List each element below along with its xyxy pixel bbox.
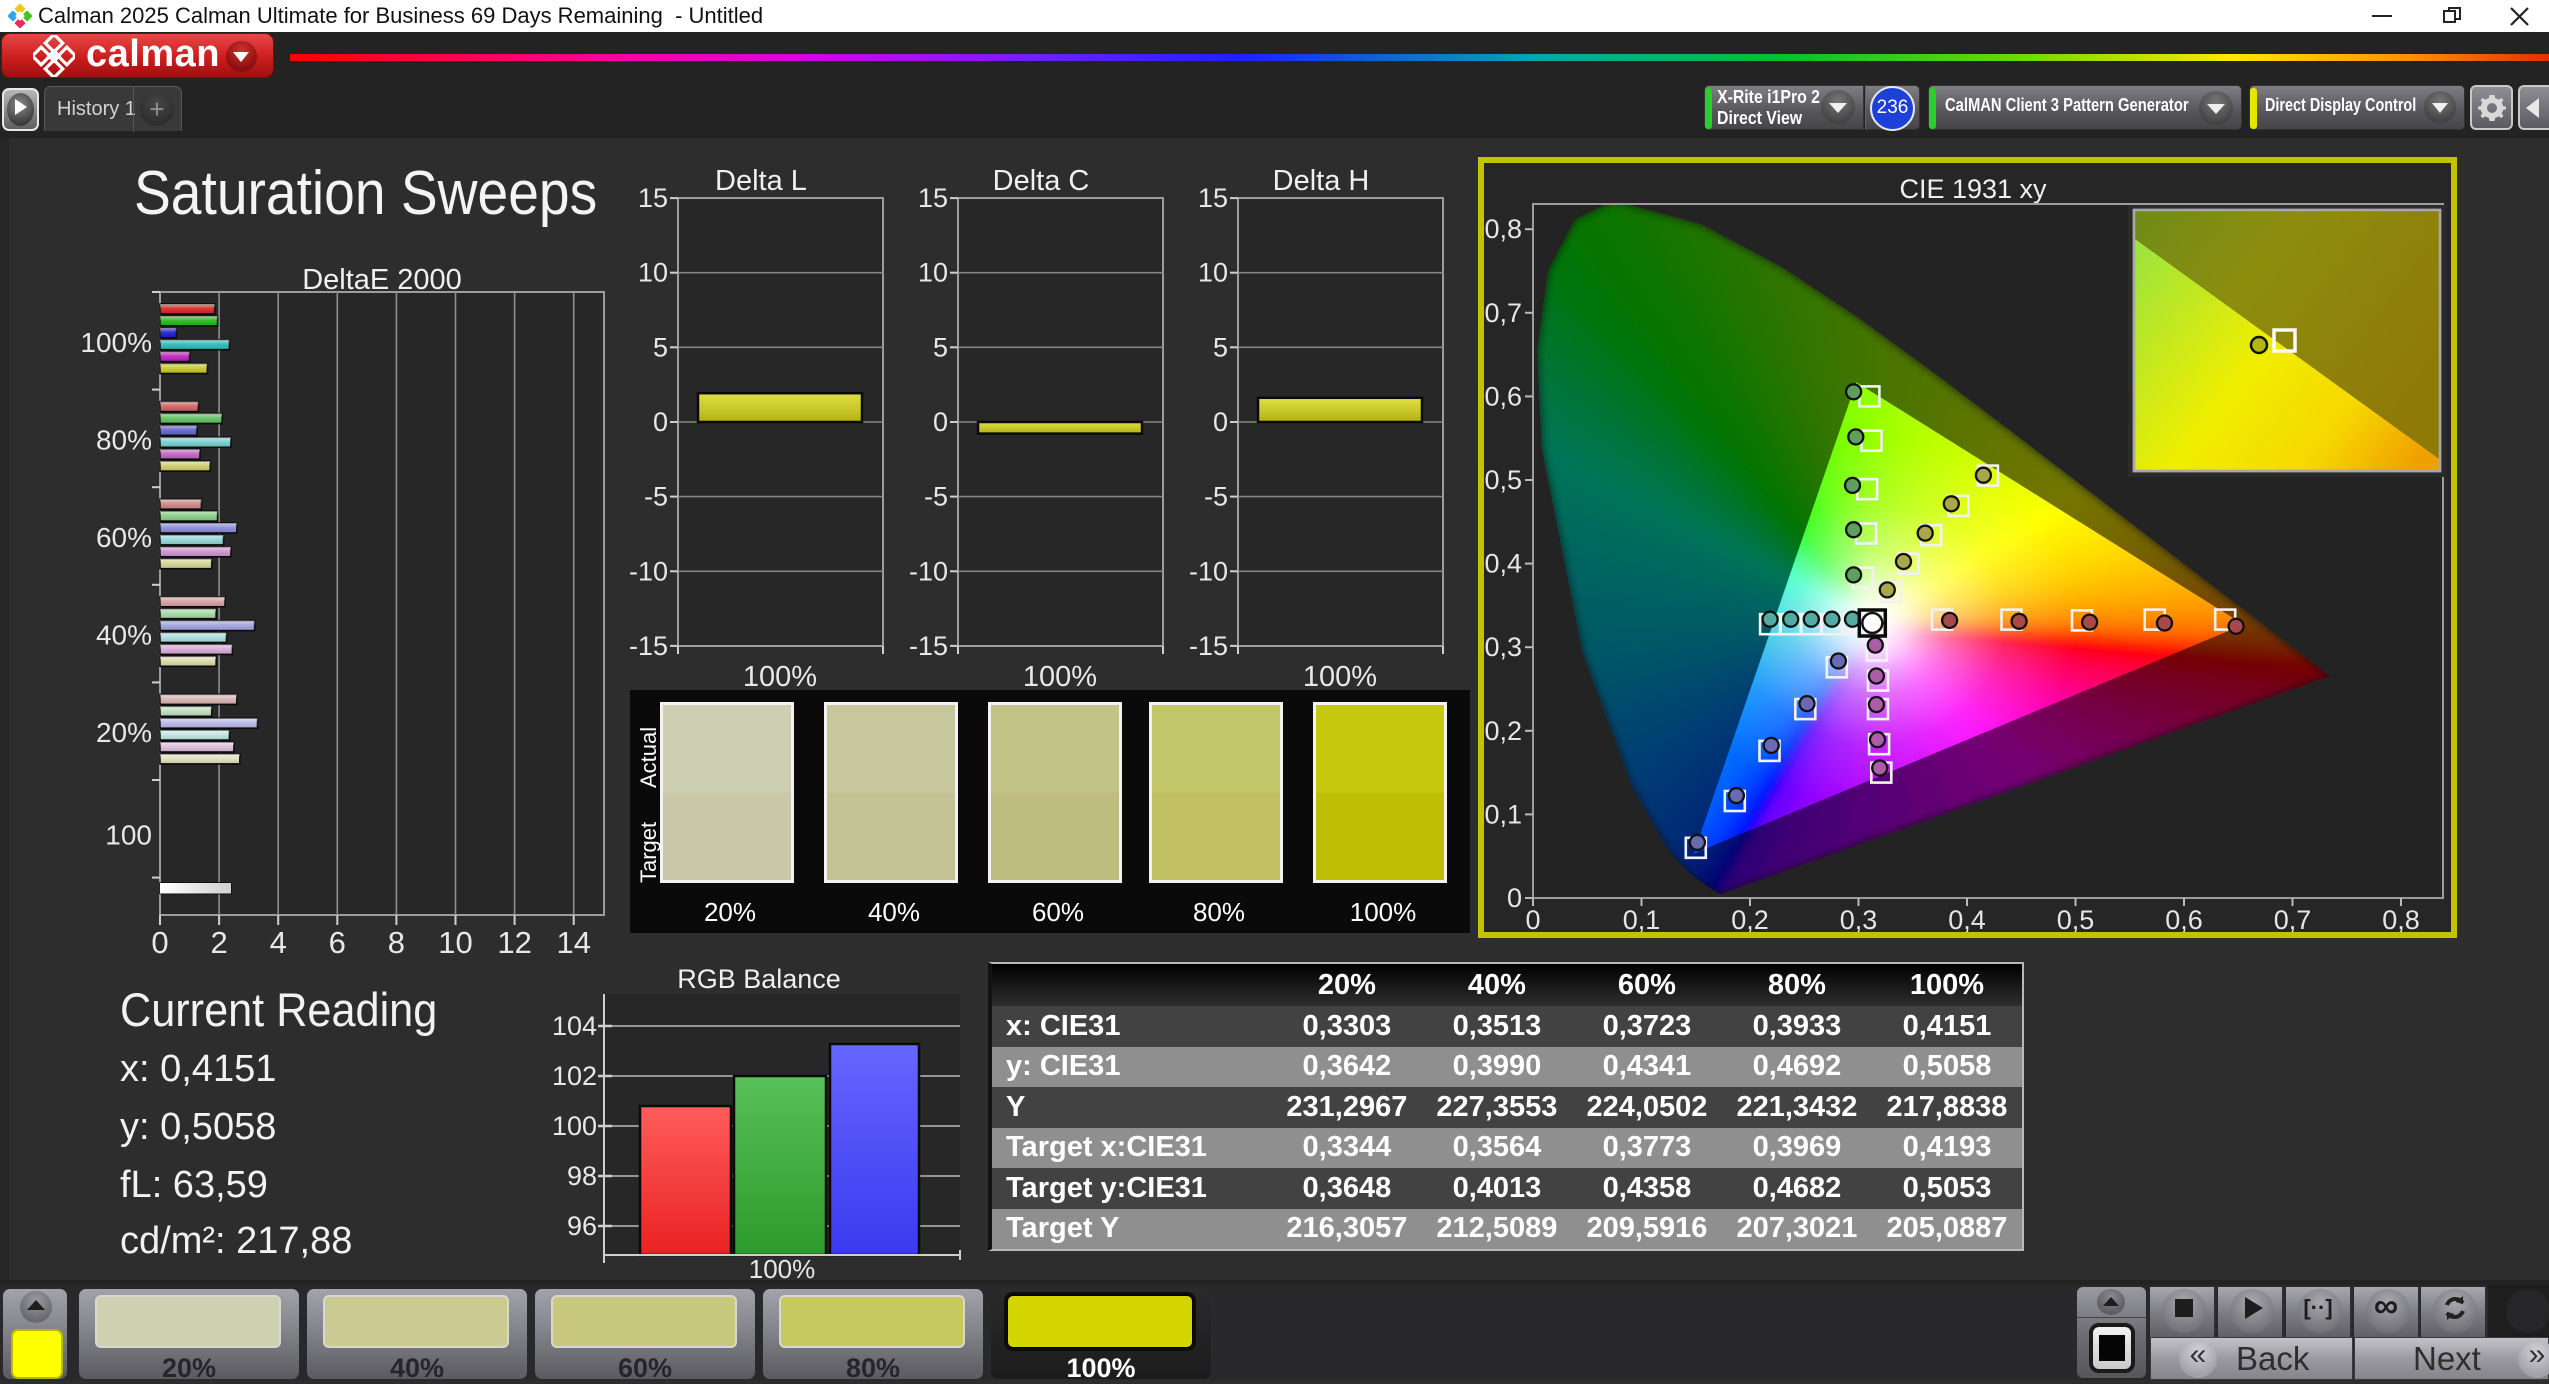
svg-text:Delta C: Delta C xyxy=(993,168,1090,197)
svg-text:-10: -10 xyxy=(629,556,668,586)
svg-text:0,5: 0,5 xyxy=(2057,905,2095,932)
svg-text:100: 100 xyxy=(105,820,152,851)
svg-text:100: 100 xyxy=(552,1111,597,1141)
svg-text:5: 5 xyxy=(653,332,668,362)
svg-text:10: 10 xyxy=(638,258,668,288)
svg-text:0,4: 0,4 xyxy=(1948,905,1986,932)
svg-text:-5: -5 xyxy=(924,482,948,512)
svg-text:0,5: 0,5 xyxy=(1484,465,1522,495)
svg-text:0: 0 xyxy=(1213,407,1228,437)
svg-text:8: 8 xyxy=(388,925,405,960)
svg-text:102: 102 xyxy=(552,1061,597,1091)
svg-text:80%: 80% xyxy=(96,425,152,456)
svg-text:0: 0 xyxy=(1507,883,1522,913)
svg-text:Delta H: Delta H xyxy=(1273,168,1370,197)
svg-text:0: 0 xyxy=(151,925,168,960)
svg-text:0,3: 0,3 xyxy=(1840,905,1878,932)
svg-text:10: 10 xyxy=(438,925,472,960)
svg-text:4: 4 xyxy=(270,925,287,960)
svg-text:104: 104 xyxy=(552,1011,597,1041)
svg-text:0,2: 0,2 xyxy=(1484,716,1522,746)
svg-text:-10: -10 xyxy=(909,556,948,586)
svg-text:Delta L: Delta L xyxy=(715,168,807,197)
svg-text:100%: 100% xyxy=(743,661,817,693)
svg-text:0,7: 0,7 xyxy=(2274,905,2312,932)
svg-text:6: 6 xyxy=(329,925,346,960)
svg-text:0,8: 0,8 xyxy=(2382,905,2420,932)
svg-text:12: 12 xyxy=(497,925,531,960)
svg-text:5: 5 xyxy=(933,332,948,362)
svg-text:0,8: 0,8 xyxy=(1484,214,1522,244)
svg-text:-15: -15 xyxy=(1189,631,1228,661)
svg-text:10: 10 xyxy=(918,258,948,288)
svg-text:0,3: 0,3 xyxy=(1484,632,1522,662)
svg-text:10: 10 xyxy=(1198,258,1228,288)
svg-text:-5: -5 xyxy=(644,482,668,512)
svg-text:100%: 100% xyxy=(80,327,152,358)
svg-text:60%: 60% xyxy=(96,522,152,553)
svg-text:CIE 1931 xy: CIE 1931 xy xyxy=(1899,174,2047,204)
svg-text:-15: -15 xyxy=(909,631,948,661)
svg-text:-15: -15 xyxy=(629,631,668,661)
svg-text:0,2: 0,2 xyxy=(1731,905,1769,932)
svg-text:0: 0 xyxy=(933,407,948,437)
svg-text:0,6: 0,6 xyxy=(2165,905,2203,932)
svg-text:0,1: 0,1 xyxy=(1623,905,1661,932)
svg-text:98: 98 xyxy=(567,1161,597,1191)
svg-text:0,6: 0,6 xyxy=(1484,381,1522,411)
svg-text:0,7: 0,7 xyxy=(1484,298,1522,328)
svg-text:20%: 20% xyxy=(96,717,152,748)
svg-text:2: 2 xyxy=(210,925,227,960)
svg-text:15: 15 xyxy=(638,183,668,213)
svg-text:15: 15 xyxy=(1198,183,1228,213)
svg-text:14: 14 xyxy=(556,925,590,960)
svg-text:100%: 100% xyxy=(1303,661,1377,693)
svg-text:40%: 40% xyxy=(96,620,152,651)
svg-text:0,1: 0,1 xyxy=(1484,799,1522,829)
svg-text:5: 5 xyxy=(1213,332,1228,362)
svg-text:96: 96 xyxy=(567,1211,597,1241)
svg-text:0: 0 xyxy=(1525,905,1540,932)
svg-text:0: 0 xyxy=(653,407,668,437)
svg-text:15: 15 xyxy=(918,183,948,213)
svg-text:100%: 100% xyxy=(1023,661,1097,693)
svg-text:-5: -5 xyxy=(1204,482,1228,512)
svg-text:-10: -10 xyxy=(1189,556,1228,586)
svg-text:0,4: 0,4 xyxy=(1484,549,1522,579)
svg-text:RGB Balance: RGB Balance xyxy=(677,964,841,994)
